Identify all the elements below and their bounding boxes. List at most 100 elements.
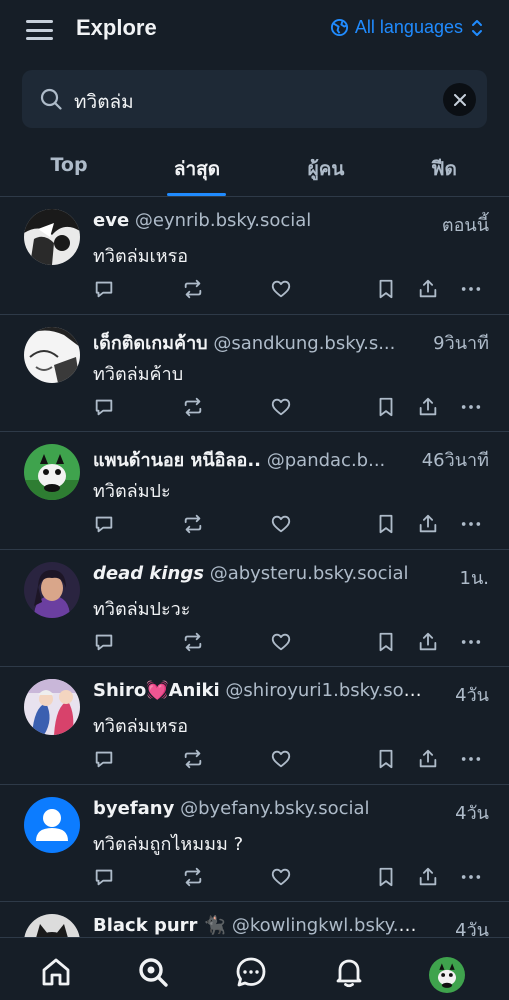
post-author: Black purr 🐈‍⬛ @kowlingkwl.bsky.so...: [93, 915, 423, 936]
chat-icon[interactable]: [233, 954, 269, 990]
reply-icon[interactable]: [92, 277, 116, 301]
share-icon[interactable]: [416, 512, 440, 536]
bookmark-icon[interactable]: [374, 395, 398, 419]
reply-icon[interactable]: [92, 747, 116, 771]
bookmark-icon[interactable]: [374, 512, 398, 536]
user-handle[interactable]: @pandac.b...: [267, 450, 386, 471]
user-handle[interactable]: @abysteru.bsky.social: [210, 563, 409, 584]
share-icon[interactable]: [416, 630, 440, 654]
avatar[interactable]: [24, 561, 80, 618]
repost-icon[interactable]: [181, 747, 205, 771]
profile-avatar[interactable]: [429, 957, 465, 993]
display-name[interactable]: dead kings: [93, 563, 204, 584]
post-actions: [0, 395, 509, 419]
post-item[interactable]: Shiro💓Aniki @shiroyuri1.bsky.social 4วัน…: [0, 667, 509, 785]
more-icon[interactable]: [459, 277, 483, 301]
post-actions: [0, 630, 509, 654]
post-timestamp[interactable]: 4วัน: [455, 798, 489, 827]
post-item[interactable]: byefany @byefany.bsky.social 4วัน ทวิตล่…: [0, 785, 509, 902]
repost-icon[interactable]: [181, 630, 205, 654]
bell-icon[interactable]: [331, 954, 367, 990]
post-item[interactable]: Black purr 🐈‍⬛ @kowlingkwl.bsky.so... 4ว…: [0, 902, 509, 937]
bookmark-icon[interactable]: [374, 747, 398, 771]
more-icon[interactable]: [459, 747, 483, 771]
post-author: เด็กติดเกมค้าบ @sandkung.bsky.s...: [93, 328, 423, 357]
display-name[interactable]: byefany: [93, 798, 174, 819]
post-timestamp[interactable]: 1น.: [460, 563, 489, 592]
post-timestamp[interactable]: 4วัน: [455, 915, 489, 937]
user-handle[interactable]: @kowlingkwl.bsky.so...: [232, 915, 423, 936]
post-actions: [0, 865, 509, 889]
tab-people[interactable]: ผู้คน: [308, 154, 345, 184]
avatar[interactable]: [24, 914, 80, 937]
search-icon[interactable]: [135, 954, 171, 990]
post-timestamp[interactable]: 46วินาที: [422, 445, 489, 474]
more-icon[interactable]: [459, 865, 483, 889]
post-author: byefany @byefany.bsky.social: [93, 798, 423, 819]
avatar[interactable]: [24, 209, 80, 265]
language-selector[interactable]: All languages: [330, 17, 483, 38]
reply-icon[interactable]: [92, 630, 116, 654]
home-icon[interactable]: [38, 954, 74, 990]
post-timestamp[interactable]: 4วัน: [455, 680, 489, 709]
more-icon[interactable]: [459, 630, 483, 654]
active-tab-indicator: [167, 193, 226, 196]
repost-icon[interactable]: [181, 277, 205, 301]
user-handle[interactable]: @shiroyuri1.bsky.social: [225, 680, 423, 701]
more-icon[interactable]: [459, 395, 483, 419]
more-icon[interactable]: [459, 512, 483, 536]
post-timestamp[interactable]: 9วินาที: [433, 328, 489, 357]
post-item[interactable]: eve @eynrib.bsky.social ตอนนี้ ทวิตล่มเห…: [0, 197, 509, 315]
post-timestamp[interactable]: ตอนนี้: [442, 210, 489, 239]
post-author: eve @eynrib.bsky.social: [93, 210, 423, 231]
share-icon[interactable]: [416, 865, 440, 889]
repost-icon[interactable]: [181, 865, 205, 889]
post-text: ทวิตล่มถูกไหมมม ?: [93, 833, 244, 855]
like-icon[interactable]: [269, 865, 293, 889]
bookmark-icon[interactable]: [374, 865, 398, 889]
user-handle[interactable]: @sandkung.bsky.s...: [213, 333, 395, 354]
globe-icon: [330, 18, 349, 37]
like-icon[interactable]: [269, 630, 293, 654]
repost-icon[interactable]: [181, 512, 205, 536]
like-icon[interactable]: [269, 747, 293, 771]
share-icon[interactable]: [416, 395, 440, 419]
bookmark-icon[interactable]: [374, 277, 398, 301]
display-name[interactable]: Black purr 🐈‍⬛: [93, 915, 226, 936]
tab-feeds[interactable]: ฟีด: [431, 154, 457, 184]
user-handle[interactable]: @eynrib.bsky.social: [135, 210, 311, 231]
reply-icon[interactable]: [92, 512, 116, 536]
reply-icon[interactable]: [92, 395, 116, 419]
like-icon[interactable]: [269, 512, 293, 536]
tab-top[interactable]: Top: [50, 154, 87, 176]
post-item[interactable]: แพนด้านอย หนีอิลอ.. @pandac.b... 46วินาท…: [0, 432, 509, 550]
bookmark-icon[interactable]: [374, 630, 398, 654]
post-text: ทวิตล่มเหรอ: [93, 246, 189, 267]
language-label: All languages: [354, 17, 463, 37]
share-icon[interactable]: [416, 747, 440, 771]
like-icon[interactable]: [269, 277, 293, 301]
avatar[interactable]: [24, 679, 80, 735]
hamburger-icon[interactable]: [26, 20, 53, 40]
post-author: Shiro💓Aniki @shiroyuri1.bsky.social: [93, 680, 423, 701]
display-name[interactable]: Shiro💓Aniki: [93, 680, 220, 701]
like-icon[interactable]: [269, 395, 293, 419]
search-input[interactable]: ทวิตล่ม: [74, 87, 134, 117]
display-name[interactable]: เด็กติดเกมค้าบ: [93, 333, 208, 354]
post-item[interactable]: เด็กติดเกมค้าบ @sandkung.bsky.s... 9วินา…: [0, 315, 509, 432]
display-name[interactable]: eve: [93, 210, 129, 231]
avatar[interactable]: [24, 444, 80, 500]
tab-latest[interactable]: ล่าสุด: [174, 154, 220, 184]
post-item[interactable]: dead kings @abysteru.bsky.social 1น. ทวิ…: [0, 550, 509, 667]
post-text: ทวิตล่มค้าบ: [93, 363, 184, 385]
search-icon: [40, 88, 62, 114]
display-name[interactable]: แพนด้านอย หนีอิลอ..: [93, 450, 261, 471]
share-icon[interactable]: [416, 277, 440, 301]
repost-icon[interactable]: [181, 395, 205, 419]
search-field[interactable]: ทวิตล่ม: [22, 70, 487, 128]
avatar[interactable]: [24, 326, 80, 383]
user-handle[interactable]: @byefany.bsky.social: [180, 798, 369, 819]
clear-search-button[interactable]: [443, 83, 476, 116]
reply-icon[interactable]: [92, 865, 116, 889]
avatar[interactable]: [24, 796, 80, 853]
